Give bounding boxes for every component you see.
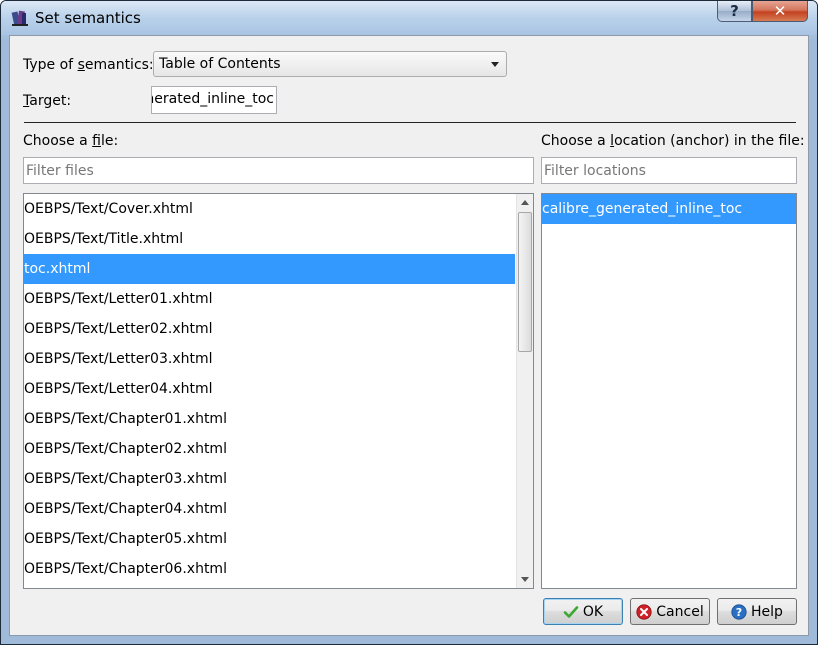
close-title-button[interactable]: ✕ — [752, 1, 808, 22]
location-list-item[interactable]: calibre_generated_inline_toc — [542, 194, 796, 224]
scroll-up-button[interactable] — [517, 194, 533, 211]
file-list-item[interactable]: OEBPS/Text/Chapter03.xhtml — [24, 464, 515, 494]
arrow-down-icon — [521, 577, 529, 582]
close-icon: ✕ — [773, 2, 787, 20]
file-list-item[interactable]: OEBPS/Text/Cover.xhtml — [24, 194, 515, 224]
file-list-item[interactable]: OEBPS/Text/Chapter02.xhtml — [24, 434, 515, 464]
calibre-icon — [11, 10, 28, 26]
location-list[interactable]: calibre_generated_inline_toc — [541, 193, 797, 589]
file-list-item[interactable]: OEBPS/Text/Chapter01.xhtml — [24, 404, 515, 434]
scroll-down-button[interactable] — [517, 571, 533, 588]
filter-files-input[interactable] — [24, 158, 533, 183]
file-list-item[interactable]: OEBPS/Text/Chapter04.xhtml — [24, 494, 515, 524]
cancel-icon — [636, 603, 652, 620]
title-bar[interactable]: Set semantics ? ✕ — [1, 1, 817, 35]
cancel-button[interactable]: Cancel — [630, 598, 710, 625]
chevron-down-icon — [491, 62, 499, 67]
file-section-label: Choose a file: — [23, 133, 119, 149]
file-list-item[interactable]: OEBPS/Text/Chapter06.xhtml — [24, 554, 515, 584]
arrow-up-icon — [521, 200, 529, 205]
dialog-body: Type of semantics: Table of Contents Tar… — [9, 35, 809, 636]
svg-text:?: ? — [736, 606, 742, 619]
target-field[interactable]: nerated_inline_toc — [151, 86, 277, 114]
file-list-item[interactable]: OEBPS/Text/Letter01.xhtml — [24, 284, 515, 314]
semantics-type-select[interactable]: Table of Contents — [153, 51, 507, 77]
file-list-item[interactable]: OEBPS/Text/Chapter05.xhtml — [24, 524, 515, 554]
location-section-label: Choose a location (anchor) in the file: — [541, 133, 805, 149]
filter-files-field[interactable] — [23, 157, 534, 184]
dialog-window: Set semantics ? ✕ Type of semantics: Tab… — [0, 0, 818, 645]
filter-locations-field[interactable] — [541, 157, 797, 184]
ok-button-label: OK — [582, 603, 604, 620]
file-list-item[interactable]: OEBPS/Text/Letter03.xhtml — [24, 344, 515, 374]
cancel-button-label: Cancel — [656, 603, 704, 620]
dialog-title: Set semantics — [35, 9, 141, 27]
scrollbar-thumb[interactable] — [518, 212, 532, 352]
file-list-item[interactable]: toc.xhtml — [24, 254, 515, 284]
file-list-item[interactable]: OEBPS/Text/Letter02.xhtml — [24, 314, 515, 344]
check-icon — [563, 605, 579, 618]
type-label: Type of semantics: — [23, 57, 154, 73]
ok-button[interactable]: OK — [543, 598, 623, 625]
filter-locations-input[interactable] — [542, 158, 796, 183]
file-list[interactable]: OEBPS/Text/Cover.xhtml OEBPS/Text/Title.x… — [23, 193, 534, 589]
question-mark-icon: ? — [730, 2, 739, 20]
target-label: Target: — [23, 93, 72, 109]
file-list-scrollbar[interactable] — [516, 194, 533, 588]
help-icon: ? — [731, 603, 747, 620]
help-title-button[interactable]: ? — [717, 1, 752, 22]
semantics-type-value: Table of Contents — [159, 56, 281, 72]
help-button[interactable]: ? Help — [717, 598, 797, 625]
separator-line — [24, 122, 796, 123]
file-list-item[interactable]: OEBPS/Text/Letter04.xhtml — [24, 374, 515, 404]
help-button-label: Help — [751, 603, 783, 620]
target-field-value: nerated_inline_toc — [151, 91, 274, 107]
file-list-item[interactable]: OEBPS/Text/Title.xhtml — [24, 224, 515, 254]
